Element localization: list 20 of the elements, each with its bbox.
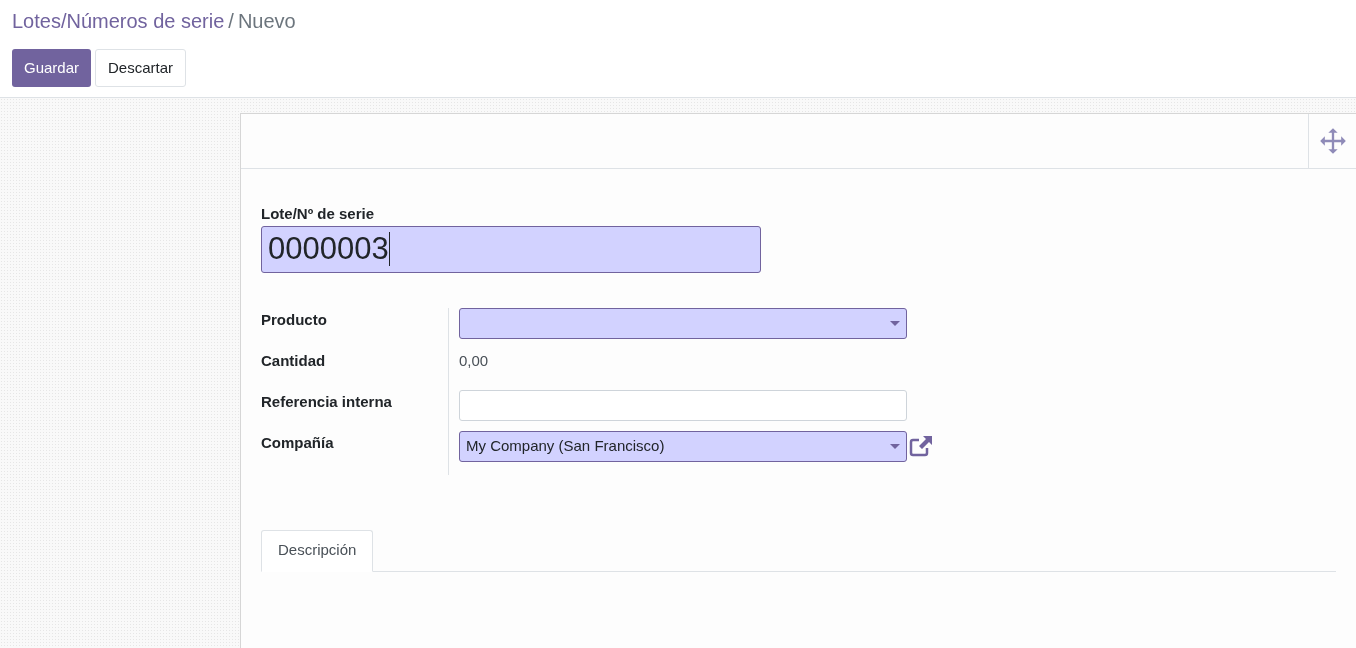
discard-button[interactable]: Descartar xyxy=(95,49,187,87)
field-value: 0,00 xyxy=(459,350,489,371)
external-link-icon[interactable] xyxy=(909,435,933,457)
save-button[interactable]: Guardar xyxy=(12,49,92,87)
caret-icon xyxy=(890,443,900,449)
breadcrumb-separator: / xyxy=(228,9,234,34)
field-label: Cantidad xyxy=(261,351,327,371)
field-label: Lote/Nº de serie xyxy=(261,204,375,224)
caret-icon xyxy=(890,320,900,326)
field-label: Producto xyxy=(261,310,328,330)
breadcrumb-link[interactable]: Lotes/Números de serie xyxy=(12,6,225,36)
move-icon[interactable] xyxy=(1318,127,1347,155)
field-label: Compañía xyxy=(261,433,335,453)
lot-number-field[interactable]: 0000003 xyxy=(261,225,761,273)
dropdown-field[interactable] xyxy=(459,307,907,339)
breadcrumb-current: Nuevo xyxy=(237,9,296,34)
dropdown-field[interactable]: My Company (San Francisco) xyxy=(459,430,907,462)
tab[interactable]: Descripción xyxy=(261,529,374,572)
input-field[interactable] xyxy=(459,389,907,421)
field-label: Referencia interna xyxy=(261,392,393,412)
